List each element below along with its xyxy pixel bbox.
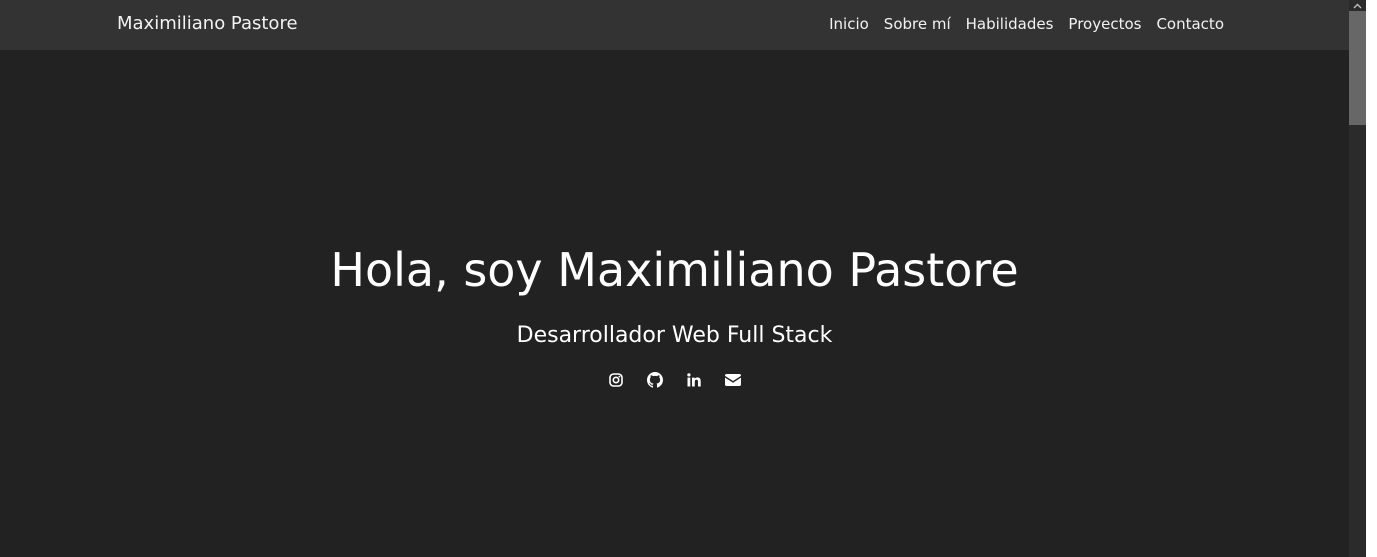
nav-link-proyectos[interactable]: Proyectos — [1068, 15, 1141, 33]
nav-item: Contacto — [1156, 13, 1224, 35]
nav-link-contacto[interactable]: Contacto — [1156, 15, 1224, 33]
instagram-icon — [609, 373, 623, 387]
navbar: Maximiliano Pastore Inicio Sobre mí Habi… — [0, 0, 1349, 50]
nav-menu: Inicio Sobre mí Habilidades Proyectos Co… — [829, 13, 1224, 35]
email-link[interactable] — [724, 371, 742, 389]
hero-section: Hola, soy Maximiliano Pastore Desarrolla… — [0, 50, 1349, 557]
nav-item: Habilidades — [966, 13, 1054, 35]
hero-subtitle: Desarrollador Web Full Stack — [516, 323, 833, 348]
nav-link-habilidades[interactable]: Habilidades — [966, 15, 1054, 33]
nav-link-inicio[interactable]: Inicio — [829, 15, 869, 33]
github-link[interactable] — [646, 371, 664, 389]
social-links — [0, 371, 1349, 389]
scrollbar-thumb[interactable] — [1349, 11, 1366, 125]
window-edge — [1366, 0, 1377, 557]
envelope-icon — [725, 374, 741, 386]
nav-link-sobre-mi[interactable]: Sobre mí — [884, 15, 951, 33]
linkedin-icon — [687, 373, 701, 387]
caret-up-icon — [1353, 3, 1362, 8]
nav-item: Sobre mí — [884, 13, 951, 35]
instagram-link[interactable] — [607, 371, 625, 389]
nav-item: Inicio — [829, 13, 869, 35]
github-icon — [647, 372, 663, 388]
brand-link[interactable]: Maximiliano Pastore — [117, 12, 298, 36]
scroll-up-button[interactable] — [1349, 0, 1366, 11]
vertical-scrollbar[interactable] — [1349, 0, 1366, 557]
page: Maximiliano Pastore Inicio Sobre mí Habi… — [0, 0, 1349, 557]
hero-title: Hola, soy Maximiliano Pastore — [330, 243, 1019, 297]
linkedin-link[interactable] — [685, 371, 703, 389]
nav-item: Proyectos — [1068, 13, 1141, 35]
